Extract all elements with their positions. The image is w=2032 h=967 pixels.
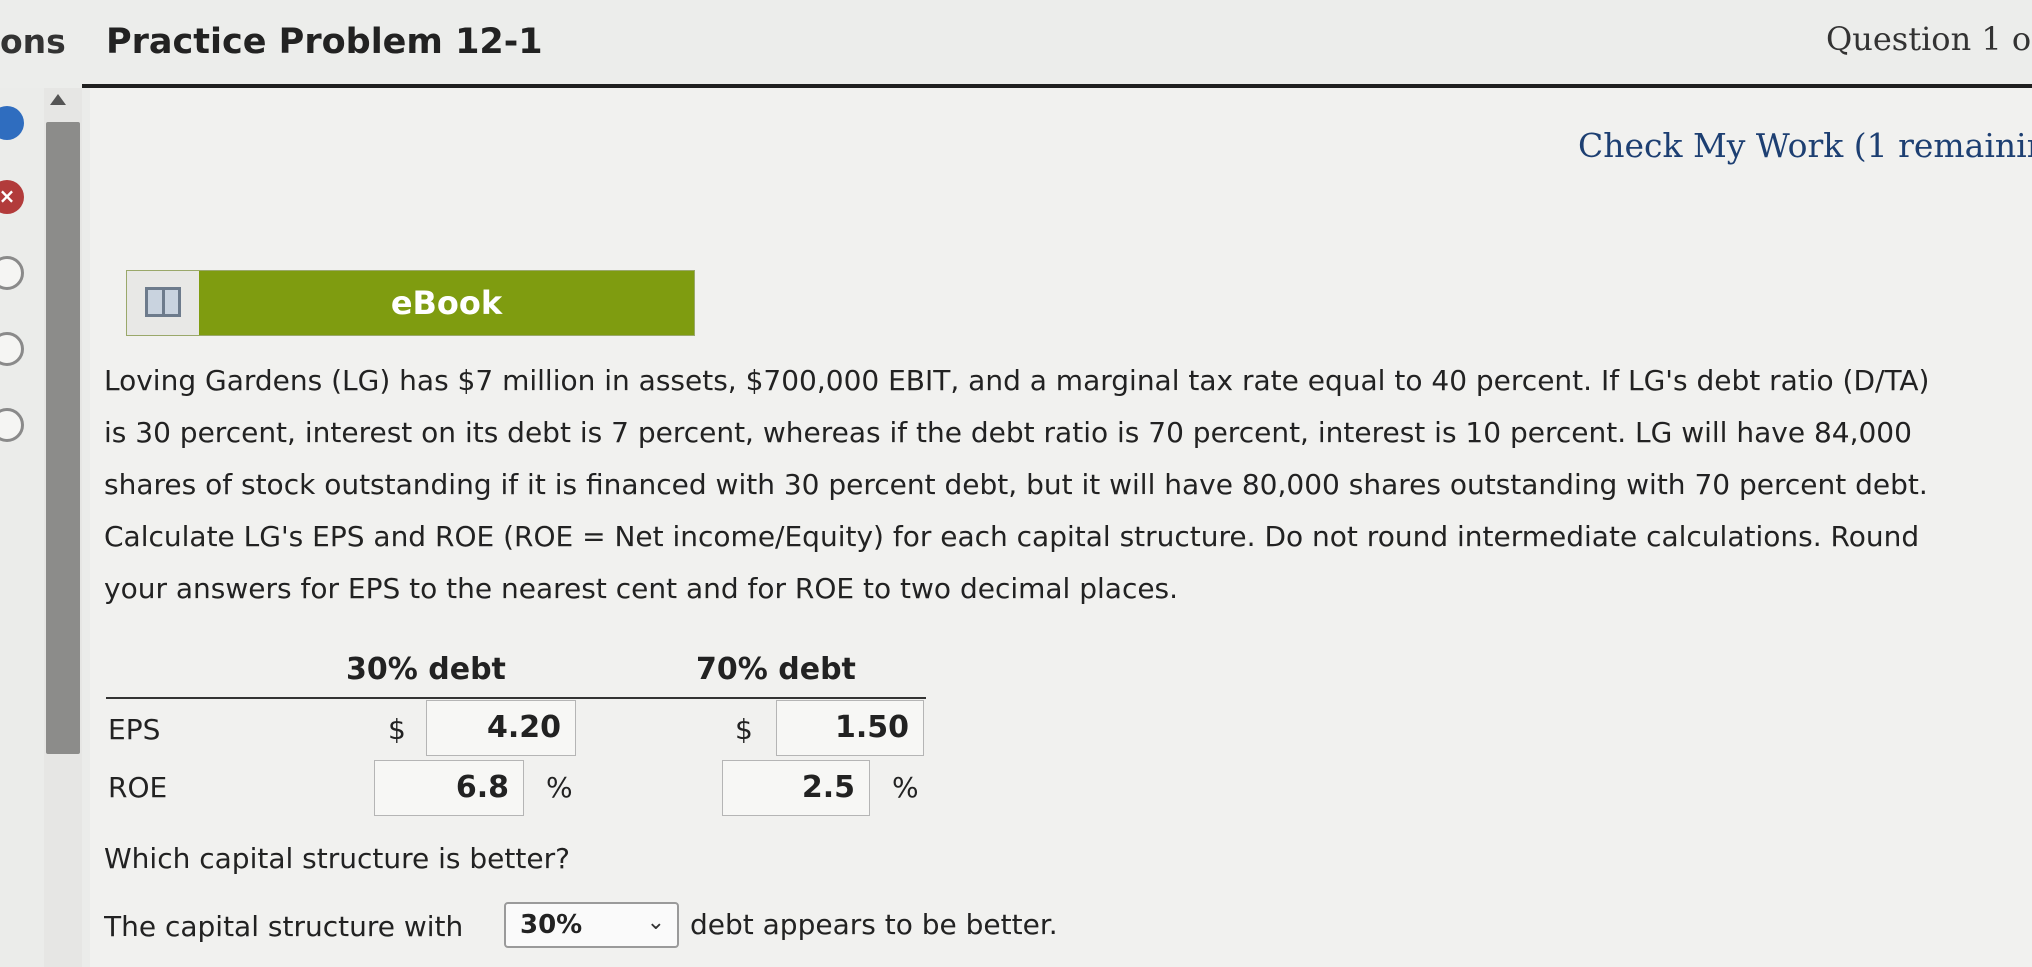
top-bar: ons Practice Problem 12-1 Question 1 of … [0, 0, 2032, 88]
roe-30-input[interactable]: 6.8 [374, 760, 524, 816]
percent-symbol: % [892, 771, 919, 804]
currency-symbol: $ [735, 713, 753, 746]
scrollbar-thumb[interactable] [46, 122, 80, 754]
eps-30-input[interactable]: 4.20 [426, 700, 576, 756]
question-status-error-icon[interactable]: × [0, 180, 24, 214]
row-label-roe: ROE [108, 771, 168, 804]
table-header-rule [106, 697, 926, 699]
column-header-30-debt: 30% debt [346, 652, 506, 687]
capital-structure-selected: 30% [520, 910, 583, 940]
ebook-label: eBook [390, 284, 503, 322]
question-status-sidebar: × [0, 88, 44, 967]
problem-text-line: your answers for EPS to the nearest cent… [104, 572, 1179, 605]
column-header-70-debt: 70% debt [696, 652, 856, 687]
problem-text-line: Loving Gardens (LG) has $7 million in as… [104, 364, 1930, 397]
question-status-empty-icon[interactable] [0, 408, 24, 442]
page-title: Practice Problem 12-1 [106, 22, 543, 62]
problem-text-line: Calculate LG's EPS and ROE (ROE = Net in… [104, 520, 1920, 553]
scroll-up-arrow-icon[interactable] [50, 94, 66, 105]
answer-prefix: The capital structure with [104, 910, 464, 943]
problem-text-line: shares of stock outstanding if it is fin… [104, 468, 1928, 501]
check-my-work-link[interactable]: Check My Work (1 remaining) [1578, 126, 2032, 165]
question-better-structure: Which capital structure is better? [104, 842, 570, 875]
eps-70-input[interactable]: 1.50 [776, 700, 924, 756]
ebook-book-icon [127, 271, 199, 335]
question-status-current-icon[interactable] [0, 106, 24, 140]
question-status-empty-icon[interactable] [0, 332, 24, 366]
capital-structure-select[interactable]: 30% ⌄ [504, 902, 679, 948]
ebook-button[interactable]: eBook [126, 270, 695, 336]
question-status-empty-icon[interactable] [0, 256, 24, 290]
answer-suffix: debt appears to be better. [690, 908, 1058, 941]
chevron-down-icon: ⌄ [646, 910, 665, 935]
questions-tab[interactable]: ons [0, 22, 66, 61]
percent-symbol: % [546, 771, 573, 804]
problem-text-line: is 30 percent, interest on its debt is 7… [104, 416, 1912, 449]
roe-70-input[interactable]: 2.5 [722, 760, 870, 816]
row-label-eps: EPS [108, 713, 161, 746]
question-counter: Question 1 of 5 [1826, 20, 2032, 58]
currency-symbol: $ [388, 713, 406, 746]
